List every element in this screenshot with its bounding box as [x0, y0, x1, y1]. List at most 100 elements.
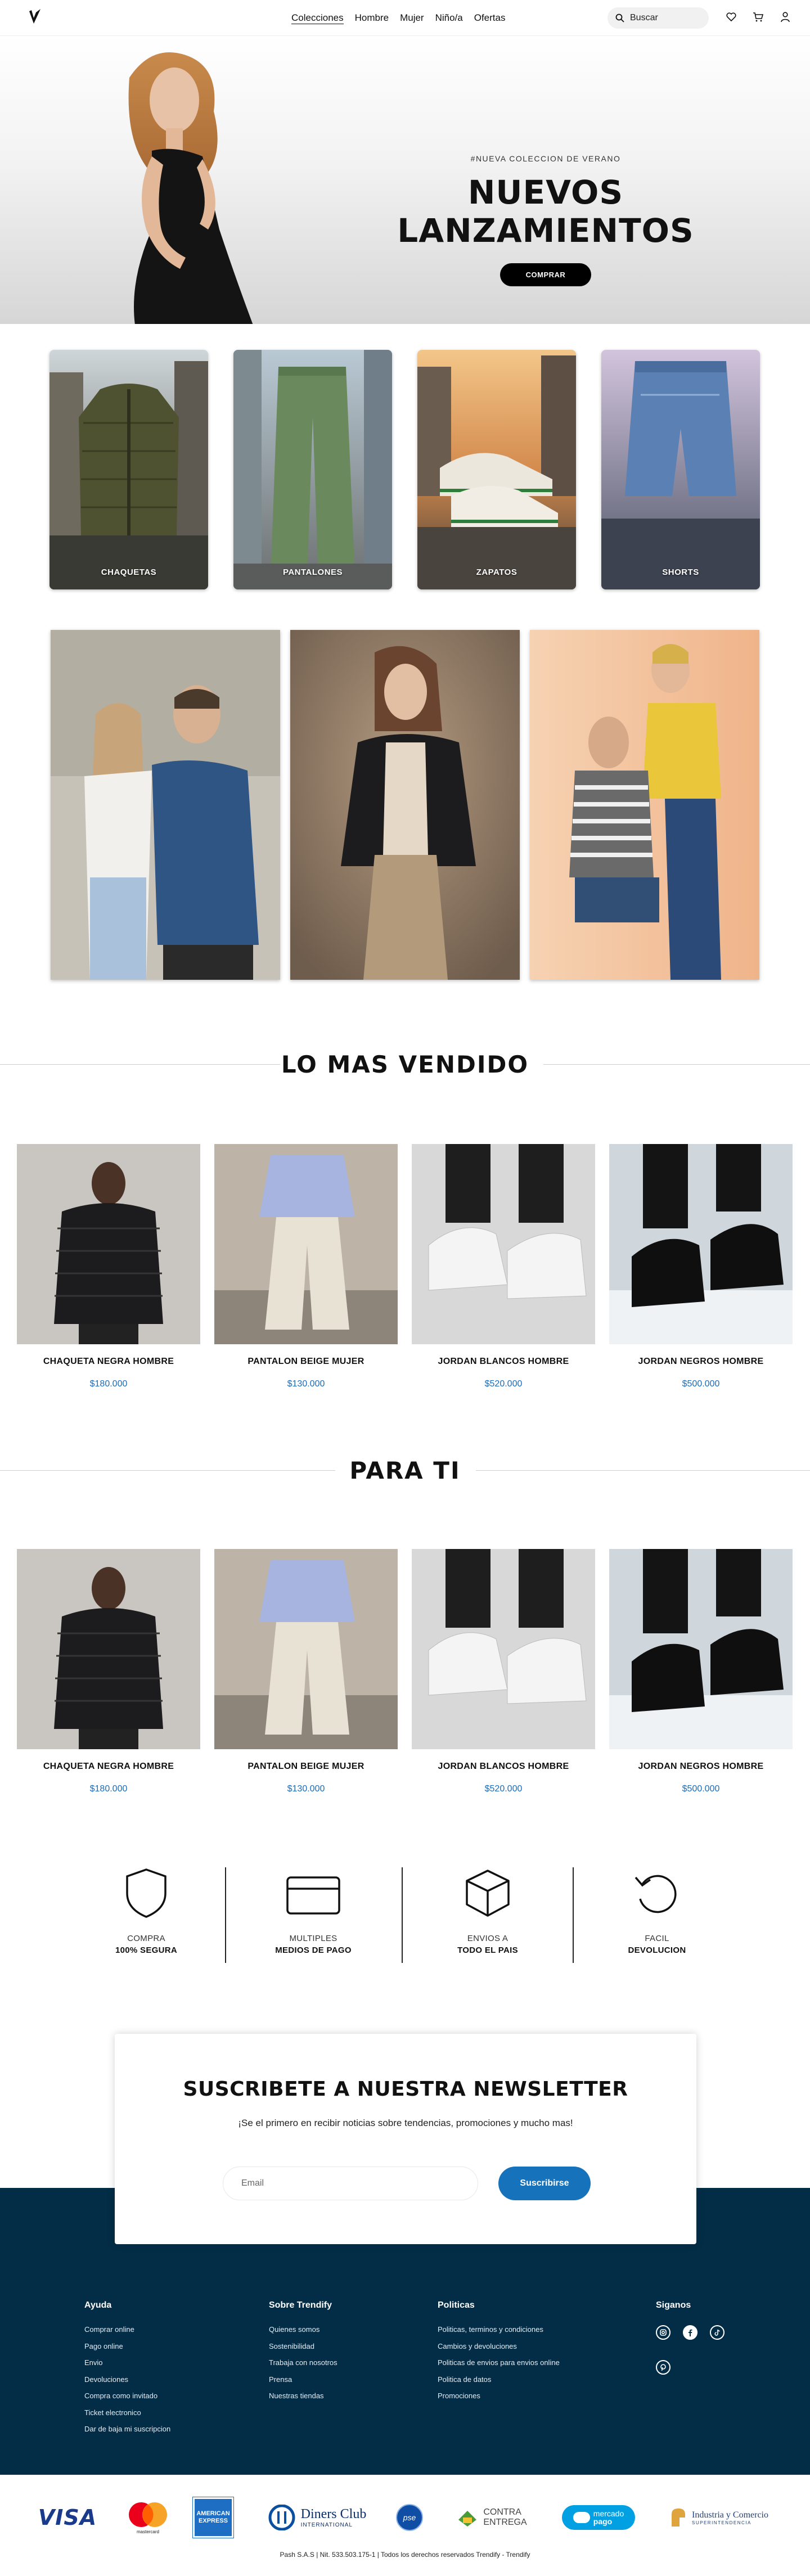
category-card-jackets[interactable]: CHAQUETAS: [50, 350, 208, 589]
menu-hombre[interactable]: Hombre: [355, 12, 389, 24]
pinterest-icon[interactable]: [656, 2360, 670, 2375]
product-price: $500.000: [682, 1784, 720, 1794]
footer-link[interactable]: Comprar online: [84, 2325, 170, 2334]
search-bar[interactable]: [608, 7, 709, 29]
product-image-beige-pants[interactable]: [214, 1144, 398, 1344]
product-image-white-jordan[interactable]: [412, 1144, 595, 1344]
footer-link[interactable]: Politicas, terminos y condiciones: [438, 2325, 560, 2334]
feature-easy-return: FACIL DEVOLUCION: [590, 1867, 724, 1955]
footer-policies: Politicas Politicas, terminos y condicio…: [438, 2300, 560, 2408]
divider: [225, 1867, 226, 1963]
product-image-white-jordan[interactable]: [412, 1549, 595, 1749]
facebook-icon[interactable]: [683, 2325, 698, 2340]
feature-nationwide-shipping: ENVIOS A TODO EL PAIS: [420, 1867, 555, 1955]
product-name[interactable]: CHAQUETA NEGRA HOMBRE: [17, 1762, 200, 1772]
diners-club-logo: Diners Club INTERNATIONAL: [260, 2495, 372, 2540]
newsletter-subtitle: ¡Se el primero en recibir noticias sobre…: [238, 2118, 573, 2128]
product-card[interactable]: CHAQUETA NEGRA HOMBRE $180.000: [17, 1144, 200, 1389]
product-card[interactable]: PANTALON BEIGE MUJER $130.000: [214, 1549, 398, 1794]
product-name[interactable]: PANTALON BEIGE MUJER: [214, 1357, 398, 1367]
product-card[interactable]: JORDAN NEGROS HOMBRE $500.000: [609, 1549, 793, 1794]
footer-link[interactable]: Ticket electronico: [84, 2408, 170, 2417]
product-name[interactable]: JORDAN BLANCOS HOMBRE: [412, 1762, 595, 1772]
footer-link[interactable]: Prensa: [269, 2375, 338, 2384]
footer-link[interactable]: Sostenibilidad: [269, 2342, 338, 2350]
product-name[interactable]: JORDAN NEGROS HOMBRE: [609, 1357, 793, 1367]
category-card-shorts[interactable]: SHORTS: [601, 350, 760, 589]
footer-link[interactable]: Envio: [84, 2358, 170, 2367]
hero-model-image: [128, 52, 253, 324]
shoes-image: [417, 350, 576, 589]
category-card-pants[interactable]: PANTALONES: [233, 350, 392, 589]
product-price: $130.000: [287, 1784, 325, 1794]
hero-cta-button[interactable]: COMPRAR: [500, 263, 592, 286]
product-image-black-jacket[interactable]: [17, 1549, 200, 1749]
product-name[interactable]: JORDAN NEGROS HOMBRE: [609, 1762, 793, 1772]
instagram-icon[interactable]: [656, 2325, 670, 2340]
newsletter-email-input[interactable]: [223, 2167, 478, 2200]
footer-link[interactable]: Politicas de envios para envios online: [438, 2358, 560, 2367]
heart-icon[interactable]: [726, 11, 737, 22]
footer-link[interactable]: Devoluciones: [84, 2375, 170, 2384]
footer-heading: Siganos: [656, 2300, 691, 2310]
footer-link[interactable]: Promociones: [438, 2392, 560, 2400]
hero-text: #NUEVA COLECCION DE VERANO NUEVOS LANZAM…: [326, 154, 765, 286]
product-card[interactable]: JORDAN NEGROS HOMBRE $500.000: [609, 1144, 793, 1389]
product-image-beige-pants[interactable]: [214, 1549, 398, 1749]
footer-link[interactable]: Nuestras tiendas: [269, 2392, 338, 2400]
product-price: $130.000: [287, 1379, 325, 1389]
product-name[interactable]: PANTALON BEIGE MUJER: [214, 1762, 398, 1772]
product-image-black-jordan[interactable]: [609, 1549, 793, 1749]
top-nav: Colecciones Hombre Mujer Niño/a Ofertas: [0, 0, 810, 36]
footer-social: Siganos: [656, 2300, 735, 2383]
look-image-woman-blazer[interactable]: [290, 630, 520, 980]
footer-link[interactable]: Trabaja con nosotros: [269, 2358, 338, 2367]
shorts-image: [601, 350, 760, 589]
footer-link[interactable]: Dar de baja mi suscripcion: [84, 2425, 170, 2433]
product-card[interactable]: JORDAN BLANCOS HOMBRE $520.000: [412, 1549, 595, 1794]
product-name[interactable]: JORDAN BLANCOS HOMBRE: [412, 1357, 595, 1367]
product-name[interactable]: CHAQUETA NEGRA HOMBRE: [17, 1357, 200, 1367]
look-image-couple-denim[interactable]: [51, 630, 280, 980]
hero-title: NUEVOS LANZAMIENTOS: [397, 173, 694, 250]
product-image-black-jordan[interactable]: [609, 1144, 793, 1344]
search-icon: [615, 13, 624, 22]
credit-card-icon: [286, 1876, 340, 1915]
product-price: $180.000: [89, 1784, 128, 1794]
menu-colecciones[interactable]: Colecciones: [291, 12, 344, 24]
category-label: CHAQUETAS: [101, 568, 157, 577]
product-card[interactable]: JORDAN BLANCOS HOMBRE $520.000: [412, 1144, 595, 1389]
look-image-couple-stripes[interactable]: [530, 630, 759, 980]
trendify-logo[interactable]: [26, 8, 44, 27]
footer-link[interactable]: Pago online: [84, 2342, 170, 2350]
payment-methods-bar: VISA mastercard AMERICAN EXPRESS Diners …: [0, 2475, 810, 2576]
mastercard-logo: mastercard: [123, 2495, 173, 2540]
footer-link[interactable]: Cambios y devoluciones: [438, 2342, 560, 2350]
menu-ofertas[interactable]: Ofertas: [474, 12, 506, 24]
product-card[interactable]: PANTALON BEIGE MUJER $130.000: [214, 1144, 398, 1389]
footer-heading: Politicas: [438, 2300, 475, 2310]
feature-line2: 100% SEGURA: [115, 1945, 177, 1955]
product-card[interactable]: CHAQUETA NEGRA HOMBRE $180.000: [17, 1549, 200, 1794]
subscribe-button[interactable]: Suscribirse: [498, 2167, 591, 2200]
user-icon[interactable]: [780, 11, 791, 22]
divider: [402, 1867, 403, 1963]
section-title: LO MAS VENDIDO: [281, 1051, 529, 1078]
footer-link[interactable]: Politica de datos: [438, 2375, 560, 2384]
menu-mujer[interactable]: Mujer: [400, 12, 424, 24]
social-icons: [656, 2325, 735, 2383]
product-image-black-jacket[interactable]: [17, 1144, 200, 1344]
shield-icon: [126, 1868, 166, 1918]
cash-on-delivery-logo: CONTRA ENTREGA: [452, 2495, 531, 2540]
search-input[interactable]: [630, 13, 698, 23]
feature-line1: COMPRA: [127, 1934, 165, 1943]
feature-line1: FACIL: [645, 1934, 669, 1943]
jacket-image: [50, 350, 208, 589]
tiktok-icon[interactable]: [710, 2325, 724, 2340]
sic-logo: Industria y Comercio SUPERINTENDENCIA: [663, 2495, 775, 2540]
footer-link[interactable]: Quienes somos: [269, 2325, 338, 2334]
menu-nino[interactable]: Niño/a: [435, 12, 463, 24]
category-card-shoes[interactable]: ZAPATOS: [417, 350, 576, 589]
cart-icon[interactable]: [753, 11, 764, 22]
footer-link[interactable]: Compra como invitado: [84, 2392, 170, 2400]
